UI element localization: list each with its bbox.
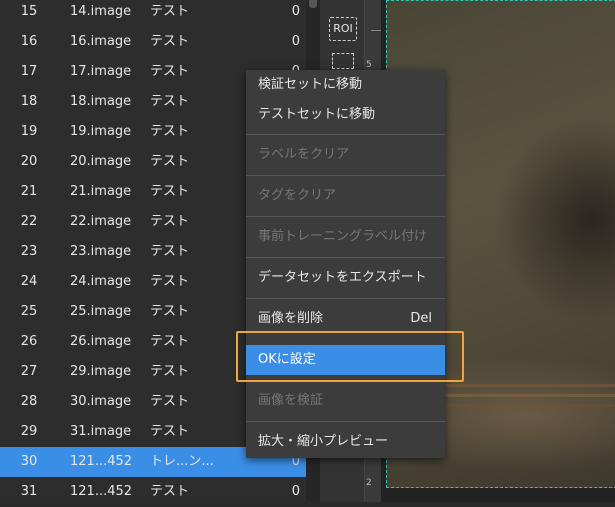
row-filename: 30.image: [70, 394, 132, 409]
row-dataset: テスト: [150, 364, 190, 379]
row-filename: 29.image: [70, 364, 132, 379]
menu-separator: [246, 257, 445, 258]
row-filename: 31.image: [70, 424, 132, 439]
row-index: 29: [20, 424, 38, 439]
menu-item-label: テストセットに移動: [258, 107, 376, 122]
roi-tool-button[interactable]: ROI: [329, 17, 357, 41]
row-dataset: トレ...ン...: [150, 454, 214, 469]
menu-item-shortcut: Del: [410, 311, 432, 326]
row-index: 24: [20, 274, 38, 289]
menu-item[interactable]: データセットをエクスポート: [246, 263, 445, 293]
menu-item: 事前トレーニングラベル付け: [246, 222, 445, 252]
menu-item: 画像を検証: [246, 386, 445, 416]
row-filename: 22.image: [70, 214, 132, 229]
table-row[interactable]: 16 16.image テスト 0: [0, 27, 306, 57]
row-index: 25: [20, 304, 38, 319]
row-filename: 26.image: [70, 334, 132, 349]
row-label-count: 0: [291, 4, 300, 19]
row-dataset: テスト: [150, 304, 190, 319]
row-dataset: テスト: [150, 184, 190, 199]
menu-item: タグをクリア: [246, 181, 445, 211]
row-dataset: テスト: [150, 154, 190, 169]
row-index: 22: [20, 214, 38, 229]
menu-item-label: 検証セットに移動: [258, 77, 363, 92]
table-row[interactable]: 15 14.image テスト 0: [0, 0, 306, 27]
scrollbar-thumb[interactable]: [309, 0, 317, 8]
row-dataset: テスト: [150, 244, 190, 259]
row-filename: 20.image: [70, 154, 132, 169]
row-index: 15: [20, 4, 38, 19]
menu-separator: [246, 216, 445, 217]
menu-separator: [246, 134, 445, 135]
row-filename: 16.image: [70, 34, 132, 49]
highlight-annotation: [236, 331, 464, 382]
row-label-count: 0: [291, 484, 300, 499]
menu-item-label: 画像を検証: [258, 393, 324, 408]
row-index: 27: [20, 364, 38, 379]
roi-tool-label: ROI: [333, 22, 353, 35]
row-filename: 121...452: [70, 484, 133, 499]
menu-item-label: データセットをエクスポート: [258, 270, 427, 285]
row-index: 16: [20, 34, 38, 49]
row-dataset: テスト: [150, 214, 190, 229]
row-label-count: 0: [291, 34, 300, 49]
row-dataset: テスト: [150, 34, 190, 49]
row-filename: 18.image: [70, 94, 132, 109]
row-index: 20: [20, 154, 38, 169]
row-dataset: テスト: [150, 274, 190, 289]
row-filename: 19.image: [70, 124, 132, 139]
row-filename: 17.image: [70, 64, 132, 79]
row-filename: 121...452: [70, 454, 133, 469]
row-index: 18: [20, 94, 38, 109]
row-filename: 23.image: [70, 244, 132, 259]
menu-separator: [246, 175, 445, 176]
row-filename: 21.image: [70, 184, 132, 199]
row-index: 31: [20, 484, 38, 499]
ruler-label: 5: [366, 60, 372, 70]
row-dataset: テスト: [150, 334, 190, 349]
row-index: 28: [20, 394, 38, 409]
row-index: 21: [20, 184, 38, 199]
menu-item[interactable]: 画像を削除 Del: [246, 304, 445, 334]
row-dataset: テスト: [150, 424, 190, 439]
row-dataset: テスト: [150, 484, 190, 499]
menu-separator: [246, 421, 445, 422]
menu-item-label: ラベルをクリア: [258, 147, 350, 162]
row-dataset: テスト: [150, 4, 190, 19]
context-menu: 検証セットに移動 テストセットに移動 ラベルをクリア タグをクリア事前トレーニングラベ…: [246, 70, 445, 458]
row-dataset: テスト: [150, 394, 190, 409]
menu-item-label: 画像を削除: [258, 311, 324, 326]
row-dataset: テスト: [150, 64, 190, 79]
row-index: 23: [20, 244, 38, 259]
ruler-label: 2: [366, 478, 372, 488]
table-row[interactable]: 31 121...452 テスト 0: [0, 477, 306, 507]
row-index: 26: [20, 334, 38, 349]
menu-item-label: タグをクリア: [258, 188, 337, 203]
row-filename: 24.image: [70, 274, 132, 289]
row-dataset: テスト: [150, 94, 190, 109]
polygon-tool-icon[interactable]: [332, 53, 354, 69]
row-dataset: テスト: [150, 124, 190, 139]
row-filename: 14.image: [70, 4, 132, 19]
row-index: 30: [20, 454, 38, 469]
row-filename: 25.image: [70, 304, 132, 319]
menu-separator: [246, 298, 445, 299]
row-index: 17: [20, 64, 38, 79]
menu-item[interactable]: 検証セットに移動: [246, 70, 445, 100]
menu-item[interactable]: テストセットに移動: [246, 100, 445, 130]
menu-item-label: 事前トレーニングラベル付け: [258, 229, 428, 244]
menu-item: ラベルをクリア: [246, 140, 445, 170]
row-index: 19: [20, 124, 38, 139]
menu-item-label: 拡大・縮小プレビュー: [258, 434, 389, 449]
menu-item[interactable]: 拡大・縮小プレビュー: [246, 427, 445, 457]
